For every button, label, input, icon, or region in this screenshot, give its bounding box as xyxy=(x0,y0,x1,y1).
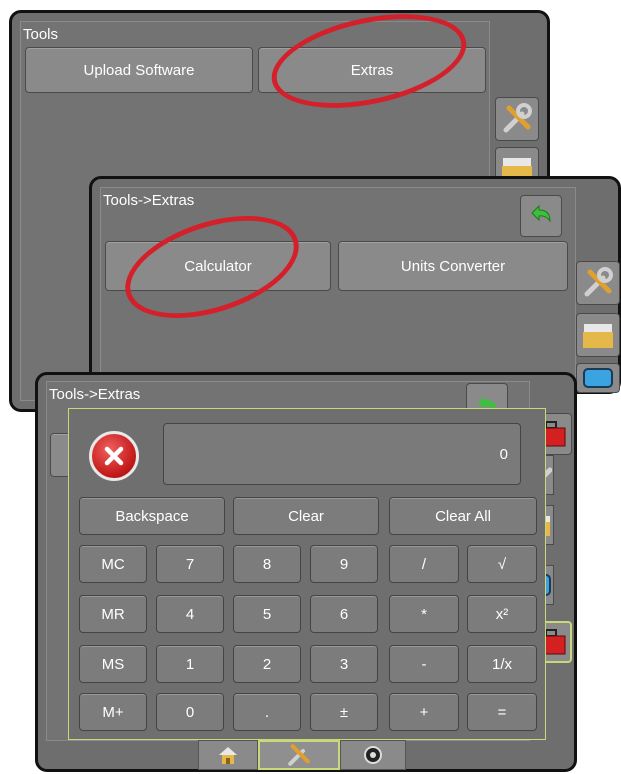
calc-key-divide[interactable]: / xyxy=(389,545,459,583)
calc-key-1[interactable]: 1 xyxy=(156,645,224,683)
calculator-window-title: Tools->Extras xyxy=(49,386,141,403)
calc-key-multiply[interactable]: * xyxy=(389,595,459,633)
tools-icon xyxy=(503,103,532,133)
calc-key-mc[interactable]: MC xyxy=(79,545,147,583)
data-tab-button-2[interactable] xyxy=(576,313,620,357)
calc-key-square[interactable]: x² xyxy=(467,595,537,633)
close-icon xyxy=(104,446,124,466)
calc-key-add[interactable]: + xyxy=(389,693,459,731)
calc-key-reciprocal[interactable]: 1/x xyxy=(467,645,537,683)
tools-title: Tools xyxy=(23,26,59,43)
calc-key-3[interactable]: 3 xyxy=(310,645,378,683)
extras-title: Tools->Extras xyxy=(103,192,195,209)
calc-key-2[interactable]: 2 xyxy=(233,645,301,683)
tools-icon xyxy=(288,744,310,766)
calc-key-decimal[interactable]: . xyxy=(233,693,301,731)
calc-key-equals[interactable]: = xyxy=(467,693,537,731)
screen-icon xyxy=(583,368,613,388)
calc-key-negate[interactable]: ± xyxy=(310,693,378,731)
back-button[interactable] xyxy=(520,195,562,237)
back-arrow-icon xyxy=(478,395,496,409)
data-folder-icon xyxy=(583,324,613,348)
calc-key-0[interactable]: 0 xyxy=(156,693,224,731)
calc-key-ms[interactable]: MS xyxy=(79,645,147,683)
calculator-panel: 0 Backspace Clear Clear All MC 7 8 9 / √… xyxy=(68,408,546,740)
calc-key-mplus[interactable]: M+ xyxy=(79,693,147,731)
tools-bottom-tab[interactable] xyxy=(258,740,340,770)
home-tab[interactable] xyxy=(198,740,258,770)
calc-key-7[interactable]: 7 xyxy=(156,545,224,583)
calc-key-8[interactable]: 8 xyxy=(233,545,301,583)
calc-key-6[interactable]: 6 xyxy=(310,595,378,633)
settings-tab[interactable] xyxy=(340,740,406,770)
calc-key-subtract[interactable]: - xyxy=(389,645,459,683)
home-icon xyxy=(219,747,237,764)
units-converter-button[interactable]: Units Converter xyxy=(338,241,568,291)
tools-tab-button[interactable] xyxy=(495,97,539,141)
tools-tab-button-2[interactable] xyxy=(576,261,620,305)
tools-icon xyxy=(584,267,613,297)
upload-software-button[interactable]: Upload Software xyxy=(25,47,253,93)
screen-tab-button[interactable] xyxy=(576,363,620,393)
back-arrow-icon xyxy=(531,204,551,223)
close-calculator-button[interactable] xyxy=(89,431,139,481)
calc-key-sqrt[interactable]: √ xyxy=(467,545,537,583)
calc-key-5[interactable]: 5 xyxy=(233,595,301,633)
calculator-display: 0 xyxy=(163,423,521,485)
clear-button[interactable]: Clear xyxy=(233,497,379,535)
calc-key-9[interactable]: 9 xyxy=(310,545,378,583)
settings-icon xyxy=(364,746,382,764)
calc-key-mr[interactable]: MR xyxy=(79,595,147,633)
clear-all-button[interactable]: Clear All xyxy=(389,497,537,535)
calc-key-4[interactable]: 4 xyxy=(156,595,224,633)
backspace-button[interactable]: Backspace xyxy=(79,497,225,535)
